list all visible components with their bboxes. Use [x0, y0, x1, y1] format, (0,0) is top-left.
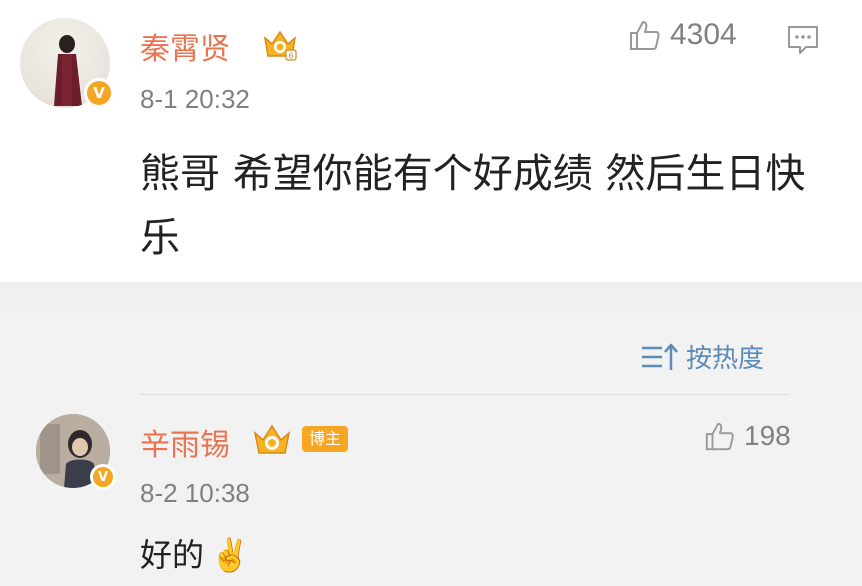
verified-v-icon: V — [90, 464, 116, 490]
reply-avatar[interactable]: V — [36, 414, 116, 490]
post-username[interactable]: 秦霄贤 — [140, 24, 230, 68]
reply-username[interactable]: 辛雨锡 — [140, 420, 230, 464]
reply-text: 好的 — [140, 536, 205, 574]
svg-text:6: 6 — [288, 52, 293, 61]
sort-label: 按热度 — [686, 344, 765, 374]
vip-crown-icon: 6 — [263, 30, 297, 61]
like-count: 198 — [744, 420, 791, 451]
reply-timestamp: 8-2 10:38 — [140, 478, 250, 508]
sort-divider — [140, 394, 790, 395]
like-button[interactable]: 4304 — [628, 18, 737, 52]
post-content: 熊哥 希望你能有个好成绩 然后生日快乐 — [140, 151, 806, 261]
like-button[interactable]: 198 — [704, 420, 791, 452]
section-divider — [0, 282, 862, 308]
main-post: V 秦霄贤 6 8-1 20:32 4304 熊哥 希望你能有个好成绩 然后生日… — [0, 0, 862, 282]
avatar[interactable]: V — [20, 18, 114, 108]
sort-by-hot-button[interactable]: 按热度 — [640, 338, 764, 375]
victory-hand-emoji: ✌️ — [210, 536, 250, 574]
thumbs-up-icon — [705, 422, 734, 451]
reply-content: 好的 ✌️ — [140, 530, 250, 580]
thumbs-up-icon — [630, 21, 660, 50]
comment-icon[interactable] — [786, 24, 820, 56]
blogger-badge: 博主 — [302, 426, 349, 452]
vip-crown-icon — [253, 424, 291, 454]
verified-v-icon: V — [84, 78, 114, 108]
like-count: 4304 — [670, 18, 737, 51]
post-timestamp: 8-1 20:32 — [140, 84, 250, 114]
sort-icon — [642, 343, 678, 370]
